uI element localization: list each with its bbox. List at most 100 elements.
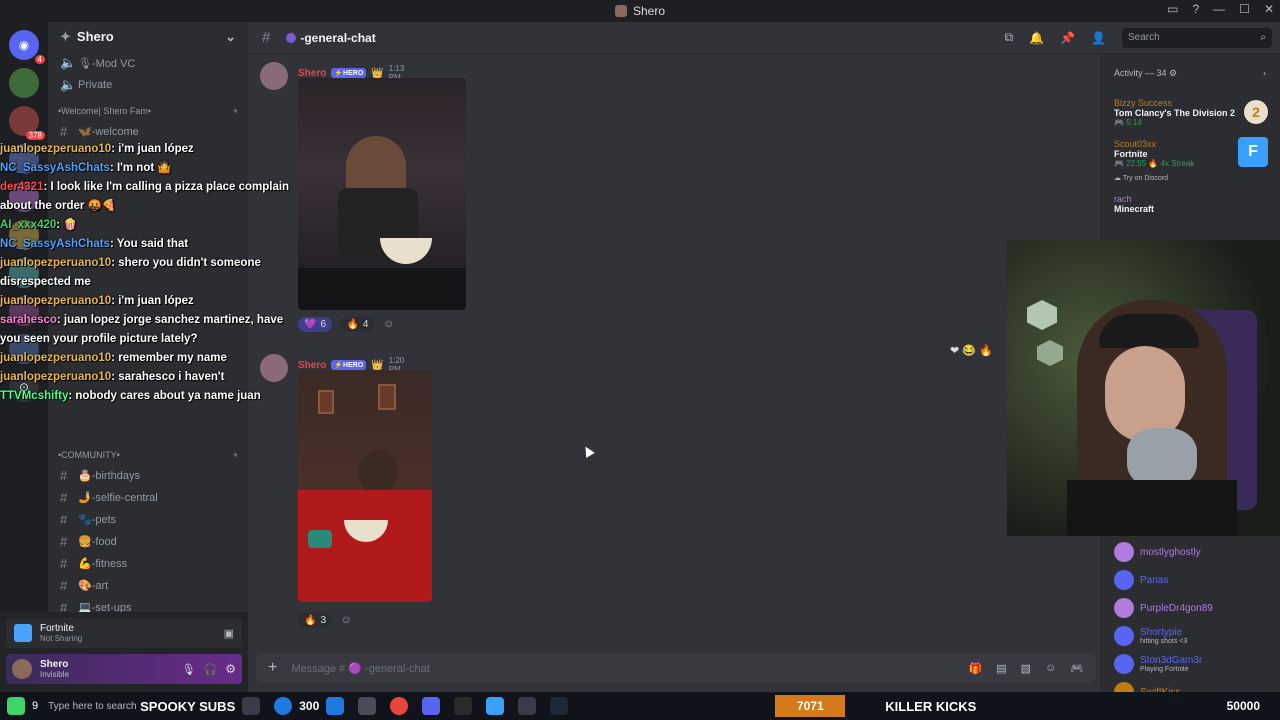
- close-button[interactable]: ✕: [1264, 2, 1274, 16]
- app-icon[interactable]: [518, 697, 537, 715]
- chat-line: juanlopezperuano10: remember my name: [0, 349, 300, 368]
- mail-icon[interactable]: [326, 697, 345, 715]
- apps-icon[interactable]: 🎮: [1070, 662, 1084, 675]
- category-community[interactable]: •COMMUNITY• +: [48, 440, 248, 464]
- maximize-button[interactable]: ☐: [1239, 2, 1250, 16]
- plus-icon[interactable]: +: [233, 450, 238, 460]
- member-item[interactable]: Panas: [1100, 566, 1280, 594]
- add-reaction-icon[interactable]: ☺: [383, 318, 394, 330]
- avatar[interactable]: [12, 659, 32, 679]
- chat-line: juanlopezperuano10: i'm juan lópez: [0, 140, 300, 159]
- headphones-icon[interactable]: 🎧: [204, 663, 218, 676]
- chat-line: AI_xxx420: 🍿: [0, 216, 300, 235]
- activity-item[interactable]: Scout03xx Fortnite 🎮 22:55 🔥 4x Streak ☁…: [1100, 133, 1280, 188]
- channel-private[interactable]: 🔈 Private: [48, 74, 248, 96]
- chat-line: NC_SassyAshChats: I'm not 🤷: [0, 159, 300, 178]
- kicks-count: 7071: [796, 699, 824, 713]
- message-composer[interactable]: + Message # 🟣 -general-chat 🎁 ▤ ▧ ☺ 🎮: [256, 653, 1096, 683]
- gear-icon[interactable]: ⚙: [225, 662, 236, 676]
- app-icon[interactable]: [358, 697, 377, 715]
- channel-item[interactable]: # 💪-fitness: [48, 552, 248, 574]
- hash-icon: #: [60, 123, 68, 139]
- reaction-fire[interactable]: 🔥 4: [340, 317, 375, 332]
- channel-label: 🎨-art: [78, 579, 109, 592]
- member-name: Shortypie: [1140, 627, 1183, 638]
- activity-item[interactable]: rach Minecraft: [1100, 188, 1280, 220]
- member-item[interactable]: Shortypie hitting shots <3: [1100, 622, 1280, 650]
- gif-icon[interactable]: ▤: [996, 662, 1006, 675]
- server-icon[interactable]: 378: [9, 106, 45, 140]
- reaction-fire[interactable]: 🔥 3: [298, 613, 333, 628]
- help-icon[interactable]: ?: [1192, 2, 1199, 16]
- inbox-icon[interactable]: ▭: [1167, 2, 1178, 16]
- author-name[interactable]: Shero: [298, 360, 326, 371]
- channel-item[interactable]: # 🐾-pets: [48, 508, 248, 530]
- activity-card[interactable]: Fortnite Not Sharing ▣: [6, 618, 242, 648]
- chat-username: der4321: [0, 181, 44, 193]
- speaker-icon: 🔈: [60, 77, 77, 92]
- channel-welcome[interactable]: # 🦋-welcome: [48, 120, 248, 142]
- chat-text: : remember my name: [111, 352, 227, 364]
- minimize-button[interactable]: —: [1213, 2, 1225, 16]
- username: Shero: [40, 659, 69, 670]
- chrome-icon[interactable]: [390, 697, 409, 715]
- chat-text: : I look like I'm calling a pizza place …: [0, 181, 290, 212]
- reactions: 🔥 3 ☺: [298, 610, 352, 628]
- plus-icon[interactable]: +: [233, 106, 238, 116]
- gift-icon[interactable]: 🎁: [969, 662, 983, 675]
- activity-game: Fortnite: [40, 623, 74, 634]
- fortnite-icon[interactable]: [486, 697, 505, 715]
- discord-home-icon[interactable]: ◉ 4: [9, 30, 45, 64]
- members-icon[interactable]: 👤: [1091, 31, 1106, 45]
- browser-icon[interactable]: [274, 697, 293, 715]
- heart-icon[interactable]: ❤: [950, 345, 959, 357]
- avatar[interactable]: [260, 62, 288, 90]
- hash-icon: #: [60, 467, 68, 483]
- member-item[interactable]: Ston3dGam3r Playing Fortnite: [1100, 650, 1280, 678]
- add-reaction-icon[interactable]: ☺: [340, 614, 351, 626]
- reaction-heart[interactable]: 💜 6: [298, 317, 333, 332]
- category-welcome[interactable]: •Welcome| Shero Fam• +: [48, 96, 248, 120]
- app-icon[interactable]: [454, 697, 473, 715]
- emoji-icon[interactable]: ☺: [1045, 662, 1056, 675]
- screen-share-icon[interactable]: ▣: [224, 627, 234, 640]
- threads-icon[interactable]: ⧉: [1005, 30, 1014, 45]
- member-item[interactable]: PurpleDr4gon89: [1100, 594, 1280, 622]
- activity-item[interactable]: Bizzy Success Tom Clancy's The Division …: [1100, 92, 1280, 133]
- channel-item[interactable]: # 🤳-selfie-central: [48, 486, 248, 508]
- microphone-icon[interactable]: 🎙: [182, 663, 196, 676]
- laugh-icon[interactable]: 😂: [962, 345, 976, 357]
- stream-chat-overlay: juanlopezperuano10: i'm juan lópez NC_Sas…: [0, 140, 300, 406]
- steam-icon[interactable]: [550, 697, 569, 715]
- app-icon[interactable]: [242, 697, 261, 715]
- crown-icon: 👑: [371, 359, 384, 371]
- chat-text: : nobody cares about ya name juan: [68, 390, 261, 402]
- search-box[interactable]: Search ⌕: [1122, 27, 1272, 48]
- sticker-icon[interactable]: ▧: [1021, 662, 1031, 675]
- bell-icon[interactable]: 🔔: [1029, 31, 1044, 45]
- channel-item[interactable]: # 🎨-art: [48, 574, 248, 596]
- member-item[interactable]: mostlyghostly: [1100, 538, 1280, 566]
- plus-icon[interactable]: +: [268, 659, 277, 677]
- pin-icon[interactable]: 📌: [1060, 31, 1075, 45]
- chat-text: : You said that: [109, 238, 189, 250]
- channel-item[interactable]: # 🎂-birthdays: [48, 464, 248, 486]
- chevron-right-icon[interactable]: ›: [1263, 68, 1266, 78]
- discord-taskbar-icon[interactable]: [422, 697, 441, 715]
- start-icon[interactable]: [7, 697, 25, 715]
- avatar: [1114, 626, 1134, 646]
- server-icon[interactable]: [9, 68, 39, 98]
- channel-mod-vc[interactable]: 🔈 🎙-Mod VC: [48, 52, 248, 74]
- member-list: mostlyghostly Panas PurpleDr4gon89 Shortypi…: [1100, 538, 1280, 706]
- try-on-discord[interactable]: ☁ Try on Discord: [1114, 174, 1266, 182]
- activity-title: Activity — 34 ⚙: [1114, 67, 1178, 78]
- channel-item[interactable]: # 🍔-food: [48, 530, 248, 552]
- message-image[interactable]: [298, 370, 432, 602]
- fire-icon[interactable]: 🔥: [979, 345, 993, 357]
- server-header[interactable]: ✦ Shero ⌄: [48, 22, 248, 52]
- channel-title: -general-chat: [300, 30, 376, 45]
- author-name[interactable]: Shero: [298, 68, 326, 79]
- message-image[interactable]: [298, 78, 466, 310]
- taskbar-search[interactable]: Type here to search: [48, 701, 136, 712]
- server-name: Shero: [76, 29, 114, 44]
